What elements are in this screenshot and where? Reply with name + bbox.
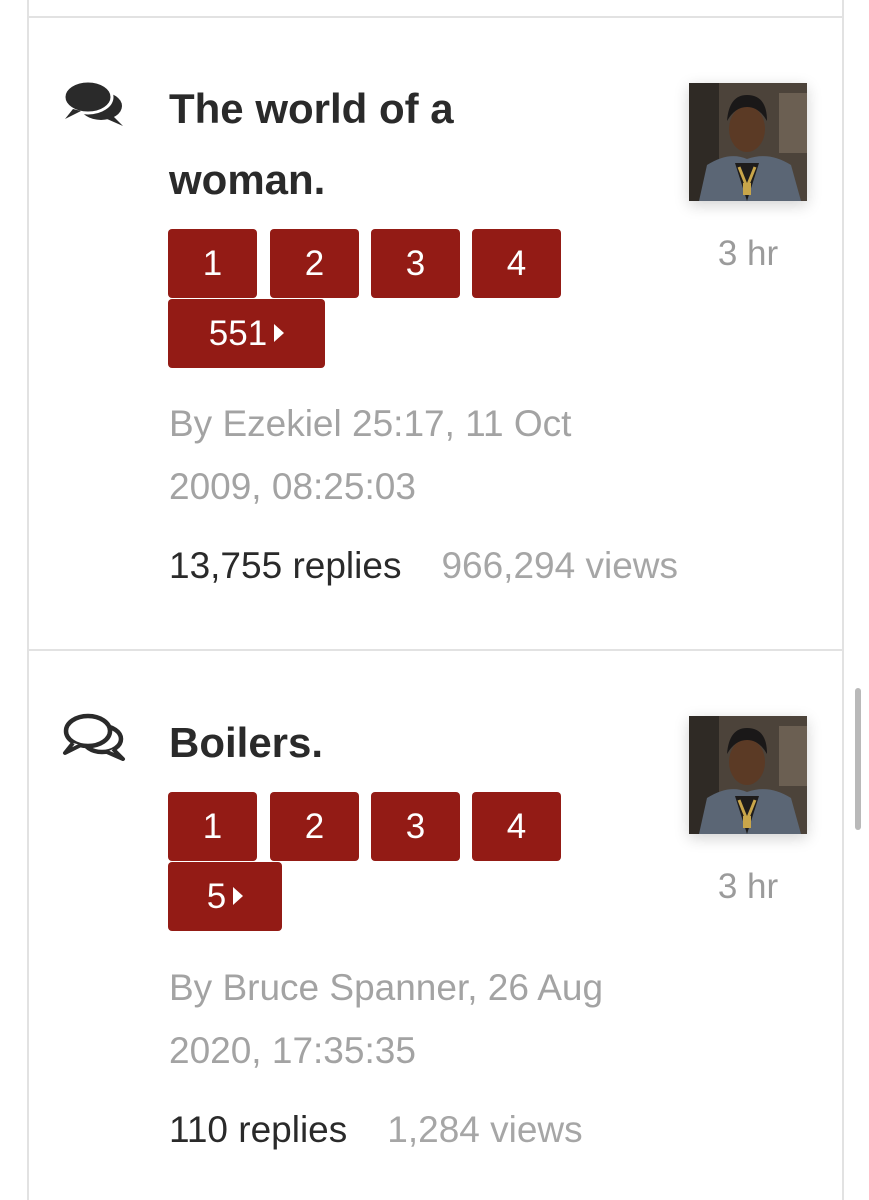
thread-title-link[interactable]: The world of a woman. [169, 73, 509, 215]
last-poster-avatar[interactable] [689, 83, 807, 201]
chat-bubbles-filled-icon [61, 78, 127, 128]
page-3-button[interactable]: 3 [371, 792, 460, 861]
page-3-button[interactable]: 3 [371, 229, 460, 298]
replies-count: 13,755 replies [169, 545, 402, 586]
page-1-button[interactable]: 1 [168, 792, 257, 861]
scrollbar[interactable] [855, 688, 861, 830]
thread-stats: 110 replies 1,284 views [169, 1108, 583, 1152]
page-2-button[interactable]: 2 [270, 229, 359, 298]
thread-list: The world of a woman. 1 2 3 4 551 By Eze… [0, 0, 869, 1200]
page-2-button[interactable]: 2 [270, 792, 359, 861]
last-post-time: 3 hr [717, 234, 779, 273]
replies-count: 110 replies [169, 1109, 348, 1150]
thread-byline: By Bruce Spanner, 26 Aug 2020, 17:35:35 [169, 967, 604, 1071]
last-page-button[interactable]: 5 [168, 862, 282, 931]
last-page-label: 5 [206, 877, 227, 916]
thread-stats: 13,755 replies 966,294 views [169, 544, 678, 588]
previous-thread-card [27, 0, 844, 18]
last-page-label: 551 [208, 314, 268, 353]
last-poster-avatar[interactable] [689, 716, 807, 834]
thread-title-link[interactable]: Boilers. [169, 707, 509, 778]
page-4-button[interactable]: 4 [472, 229, 561, 298]
chat-bubbles-outline-icon [61, 711, 127, 761]
views-count: 1,284 views [387, 1109, 583, 1150]
last-post-time: 3 hr [717, 867, 779, 906]
thread-byline: By Ezekiel 25:17, 11 Oct 2009, 08:25:03 [169, 403, 572, 507]
last-page-button[interactable]: 551 [168, 299, 325, 368]
thread-card[interactable]: Boilers. 1 2 3 4 5 By Bruce Spanner, 26 … [27, 651, 844, 1200]
views-count: 966,294 views [441, 545, 678, 586]
page-1-button[interactable]: 1 [168, 229, 257, 298]
caret-right-icon [274, 324, 285, 342]
caret-right-icon [233, 887, 244, 905]
page-4-button[interactable]: 4 [472, 792, 561, 861]
thread-card[interactable]: The world of a woman. 1 2 3 4 551 By Eze… [27, 18, 844, 651]
